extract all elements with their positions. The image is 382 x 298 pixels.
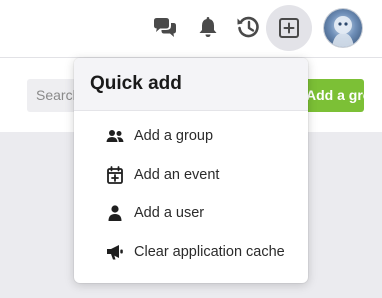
quick-add-button[interactable]	[266, 5, 312, 51]
menu-item-add-user[interactable]: Add a user	[74, 194, 308, 233]
menu-item-label: Add a group	[134, 128, 214, 145]
dropdown-title: Quick add	[90, 73, 182, 94]
menu-item-add-group[interactable]: Add a group	[74, 117, 308, 156]
avatar[interactable]	[324, 9, 362, 47]
menu-item-label: Clear application cache	[134, 243, 285, 260]
chat-bubbles-icon[interactable]	[151, 14, 179, 42]
quick-add-dropdown: Quick add Add a group Add an event Add a…	[74, 58, 308, 283]
menu-item-clear-cache[interactable]: Clear application cache	[74, 233, 308, 272]
users-icon	[106, 127, 124, 145]
quick-add-menu: Add a group Add an event Add a user Clea…	[74, 111, 308, 271]
menu-item-add-event[interactable]: Add an event	[74, 156, 308, 195]
user-icon	[106, 204, 124, 222]
calendar-plus-icon	[106, 165, 124, 184]
menu-item-label: Add a user	[134, 205, 205, 222]
bell-icon[interactable]	[194, 13, 222, 41]
history-icon[interactable]	[234, 13, 262, 41]
dropdown-header: Quick add	[74, 58, 308, 111]
plus-square-icon	[279, 18, 299, 38]
megaphone-icon	[106, 243, 124, 261]
menu-item-label: Add an event	[134, 166, 220, 183]
